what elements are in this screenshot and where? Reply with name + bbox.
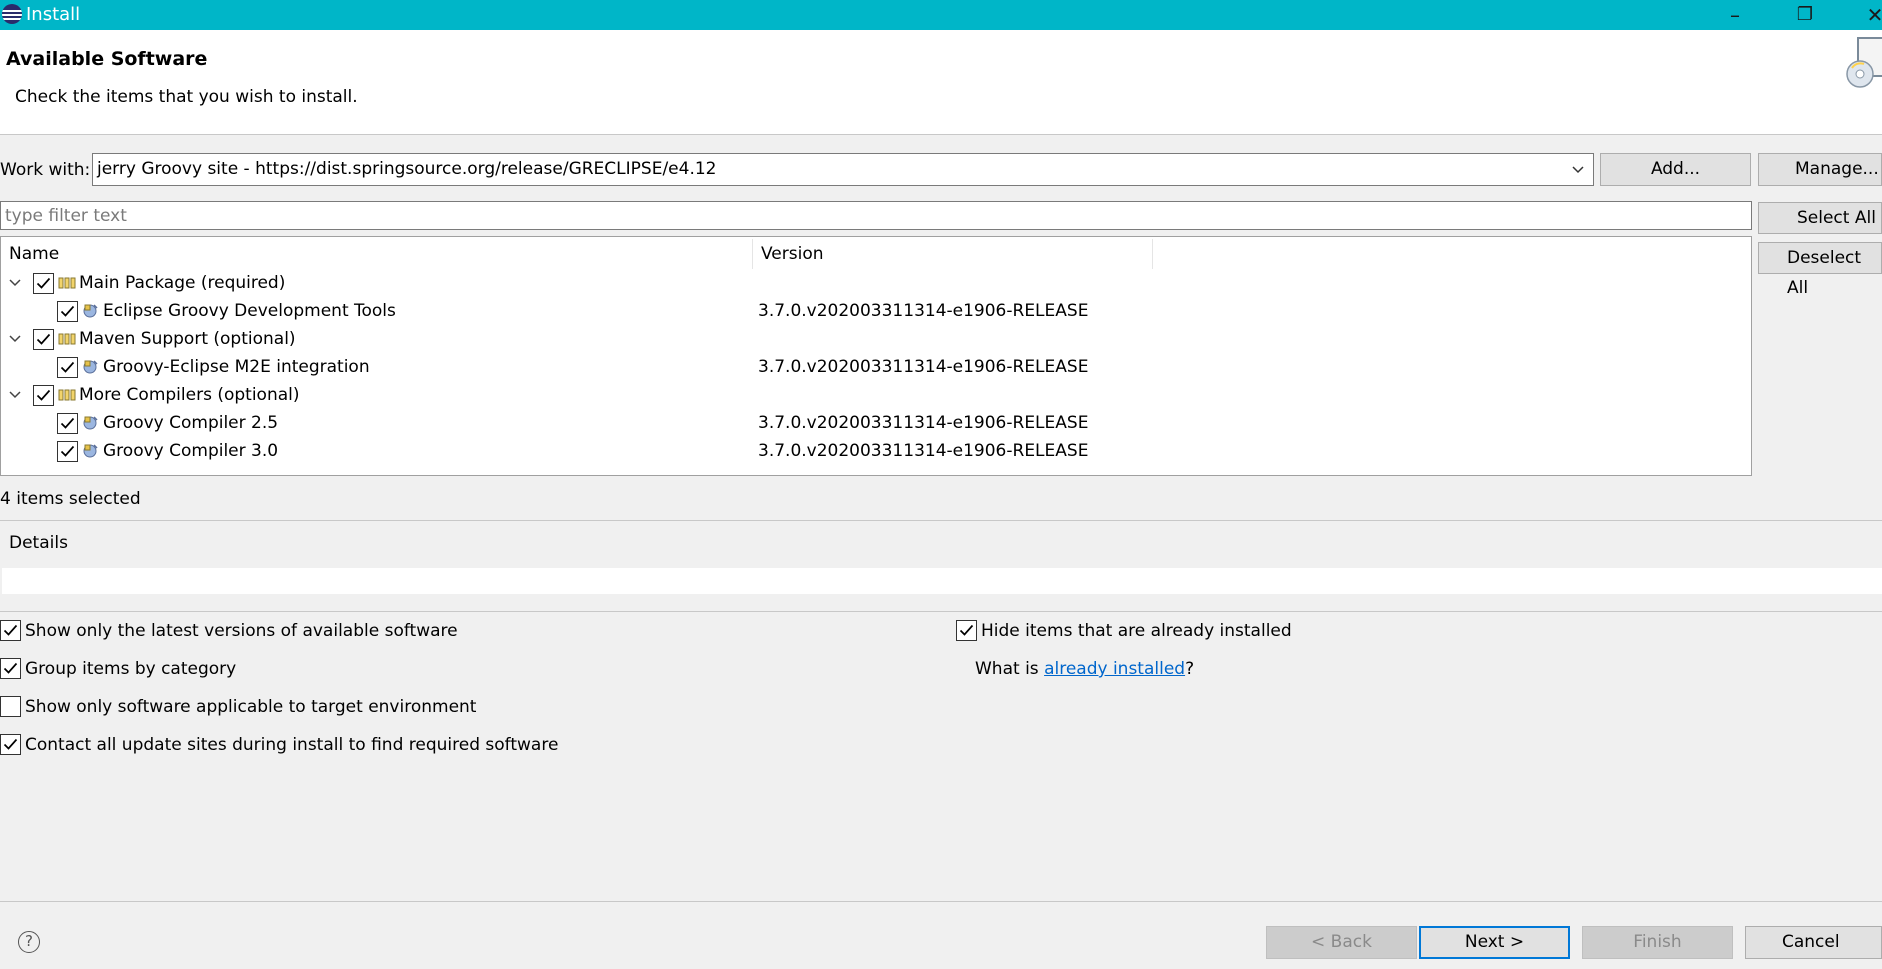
tree-row-category[interactable]: Main Package (required) — [1, 270, 1751, 298]
deselect-all-button[interactable]: Deselect All — [1758, 242, 1882, 298]
tree-item-version: 3.7.0.v202003311314-e1906-RELEASE — [758, 441, 1089, 461]
tree-item-name: Groovy Compiler 2.5 — [103, 413, 279, 433]
tree-checkbox[interactable] — [57, 413, 78, 434]
software-tree[interactable]: Name Version Main Package (required) Ecl… — [0, 236, 1752, 476]
group-by-category-checkbox[interactable] — [0, 658, 21, 679]
chevron-down-icon[interactable] — [8, 388, 22, 402]
tree-checkbox[interactable] — [33, 273, 54, 294]
tree-item-version: 3.7.0.v202003311314-e1906-RELEASE — [758, 357, 1089, 377]
installed-suffix: ? — [1185, 659, 1195, 679]
window-title: Install — [26, 4, 81, 25]
next-button[interactable]: Next > — [1419, 926, 1570, 959]
page-description: Check the items that you wish to install… — [15, 87, 358, 107]
chevron-down-icon[interactable] — [8, 332, 22, 346]
page-title: Available Software — [6, 48, 208, 70]
feature-icon — [83, 360, 98, 374]
tree-item-version: 3.7.0.v202003311314-e1906-RELEASE — [758, 301, 1089, 321]
cancel-button[interactable]: Cancel — [1745, 926, 1882, 959]
tree-item-name: Eclipse Groovy Development Tools — [103, 301, 396, 321]
feature-icon — [83, 444, 98, 458]
eclipse-icon — [2, 4, 22, 24]
installed-info: What is already installed? — [975, 659, 1194, 679]
close-icon[interactable]: ✕ — [1860, 2, 1882, 28]
tree-row-category[interactable]: More Compilers (optional) — [1, 382, 1751, 410]
work-with-value: jerry Groovy site - https://dist.springs… — [97, 159, 717, 179]
column-header-version[interactable]: Version — [753, 239, 1153, 269]
feature-icon — [83, 416, 98, 430]
tree-row-feature[interactable]: Eclipse Groovy Development Tools 3.7.0.v… — [1, 298, 1751, 326]
category-icon — [58, 389, 76, 401]
tree-item-name: Groovy-Eclipse M2E integration — [103, 357, 370, 377]
title-bar: Install – ❐ ✕ — [0, 0, 1882, 30]
wizard-header: Available Software Check the items that … — [0, 30, 1882, 135]
tree-item-name: Maven Support (optional) — [79, 329, 296, 349]
selection-count: 4 items selected — [0, 489, 141, 509]
tree-row-feature[interactable]: Groovy Compiler 2.5 3.7.0.v202003311314-… — [1, 410, 1751, 438]
help-icon[interactable]: ? — [18, 931, 40, 953]
select-all-button[interactable]: Select All — [1758, 202, 1882, 234]
tree-checkbox[interactable] — [33, 329, 54, 350]
minimize-icon[interactable]: – — [1720, 2, 1750, 28]
installed-prefix: What is — [975, 659, 1045, 679]
divider — [0, 901, 1882, 902]
chevron-down-icon[interactable] — [1571, 160, 1585, 178]
contact-sites-checkbox[interactable] — [0, 734, 21, 755]
tree-checkbox[interactable] — [57, 301, 78, 322]
filter-input[interactable] — [1, 202, 1751, 229]
divider — [0, 520, 1882, 521]
tree-checkbox[interactable] — [33, 385, 54, 406]
target-environment-checkbox[interactable] — [0, 696, 21, 717]
column-header-name[interactable]: Name — [1, 239, 753, 269]
manage-sites-button[interactable]: Manage... — [1758, 153, 1882, 186]
back-button[interactable]: < Back — [1266, 926, 1417, 959]
category-icon — [58, 277, 76, 289]
tree-row-feature[interactable]: Groovy Compiler 3.0 3.7.0.v202003311314-… — [1, 438, 1751, 466]
work-with-label: Work with: — [0, 160, 91, 180]
filter-field[interactable] — [0, 201, 1752, 230]
category-icon — [58, 333, 76, 345]
option-label: Show only the latest versions of availab… — [25, 621, 458, 641]
details-label: Details — [9, 533, 68, 553]
chevron-down-icon[interactable] — [8, 276, 22, 290]
option-label: Group items by category — [25, 659, 237, 679]
option-label: Contact all update sites during install … — [25, 735, 559, 755]
tree-item-name: Groovy Compiler 3.0 — [103, 441, 279, 461]
tree-item-name: Main Package (required) — [79, 273, 286, 293]
option-label: Hide items that are already installed — [981, 621, 1292, 641]
option-label: Show only software applicable to target … — [25, 697, 477, 717]
already-installed-link[interactable]: already installed — [1044, 659, 1185, 679]
finish-button[interactable]: Finish — [1582, 926, 1733, 959]
tree-row-feature[interactable]: Groovy-Eclipse M2E integration 3.7.0.v20… — [1, 354, 1751, 382]
hide-installed-checkbox[interactable] — [956, 620, 977, 641]
tree-row-category[interactable]: Maven Support (optional) — [1, 326, 1751, 354]
add-site-button[interactable]: Add... — [1600, 153, 1751, 186]
tree-checkbox[interactable] — [57, 357, 78, 378]
tree-checkbox[interactable] — [57, 441, 78, 462]
restore-icon[interactable]: ❐ — [1790, 2, 1820, 28]
divider — [0, 611, 1882, 612]
details-text — [2, 568, 1882, 594]
feature-icon — [83, 304, 98, 318]
install-banner-icon — [1846, 37, 1882, 88]
latest-versions-checkbox[interactable] — [0, 620, 21, 641]
tree-item-version: 3.7.0.v202003311314-e1906-RELEASE — [758, 413, 1089, 433]
tree-item-name: More Compilers (optional) — [79, 385, 300, 405]
work-with-combo[interactable]: jerry Groovy site - https://dist.springs… — [92, 153, 1594, 186]
